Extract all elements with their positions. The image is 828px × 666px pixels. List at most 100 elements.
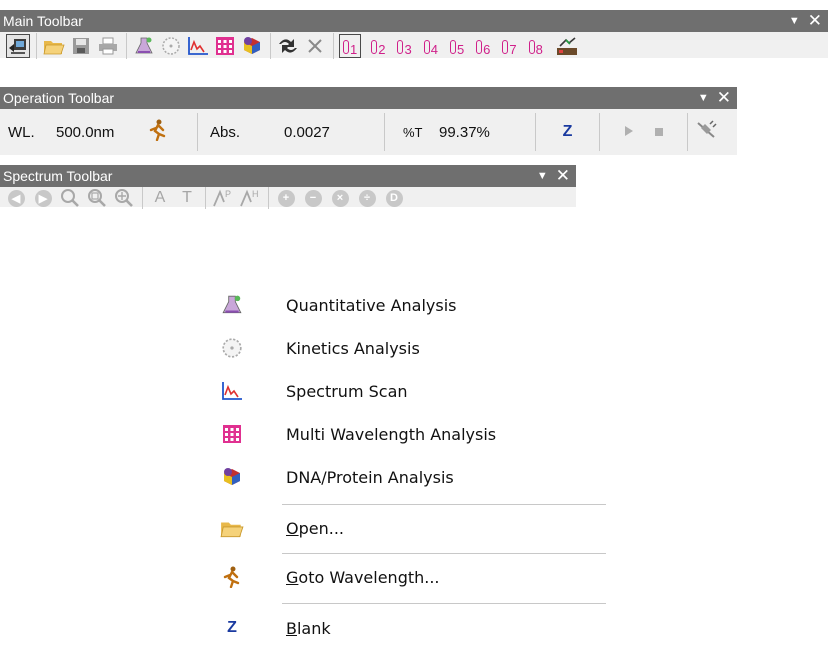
- play-icon: [624, 125, 633, 136]
- menu-item-quantitative-analysis[interactable]: Quantitative Analysis: [206, 284, 606, 326]
- transmittance-mode-label: T: [182, 189, 192, 206]
- zoom-next-icon: ▶: [34, 189, 52, 207]
- kinetics-analysis-button[interactable]: [159, 34, 183, 58]
- menu-item-label: Kinetics Analysis: [286, 338, 420, 358]
- save-icon: [73, 38, 89, 54]
- menu-item-label: Multi Wavelength Analysis: [286, 424, 497, 444]
- operation-toolbar-titlebar[interactable]: Operation Toolbar ▼ ✕: [0, 87, 737, 109]
- multiply-curve-button[interactable]: ×: [328, 186, 352, 210]
- menu-item-label: Open...: [286, 518, 344, 538]
- peak-pick-button[interactable]: P: [211, 186, 235, 210]
- toolbar-options-dropdown-icon[interactable]: ▼: [537, 165, 548, 187]
- remove-curve-button[interactable]: −: [301, 186, 325, 210]
- start-button[interactable]: [624, 124, 634, 141]
- derivative-curve-button[interactable]: D: [382, 186, 406, 210]
- zoom-prev-icon: ◀: [7, 189, 25, 207]
- operation-toolbar-title: Operation Toolbar: [3, 90, 115, 106]
- multi-wavelength-grid-icon: [216, 37, 234, 55]
- goto-wavelength-button[interactable]: [148, 119, 168, 145]
- quantitative-flask-icon: [135, 37, 153, 54]
- divide-curve-button[interactable]: ÷: [355, 186, 379, 210]
- multi-wavelength-button[interactable]: [213, 34, 237, 58]
- operation-toolbar: Operation Toolbar ▼ ✕ WL. 500.0nm Abs. 0…: [0, 87, 737, 155]
- peak-height-icon: H: [240, 189, 259, 207]
- menu-item-dna-protein-analysis[interactable]: DNA/Protein Analysis: [206, 456, 606, 498]
- spectrum-toolbar-titlebar[interactable]: Spectrum Toolbar ▼ ✕: [0, 165, 576, 187]
- zoom-prev-button[interactable]: ◀: [4, 186, 28, 210]
- transmittance-mode-button[interactable]: T: [175, 186, 199, 210]
- zoom-pan-icon: [115, 189, 133, 207]
- memory-cell-3-button[interactable]: 3: [397, 35, 412, 57]
- wavelength-value: 500.0nm: [56, 123, 115, 141]
- settings-arrows-button[interactable]: [276, 34, 300, 58]
- memory-cell-4-button[interactable]: 4: [423, 35, 438, 57]
- multiply-icon: ×: [331, 189, 349, 207]
- main-toolbar: Main Toolbar ▼ ✕ 1 2 3 4 5 6 7 8: [0, 10, 828, 59]
- open-button[interactable]: [42, 34, 66, 58]
- memory-cell-2-button[interactable]: 2: [371, 35, 385, 57]
- app-icon: [9, 39, 26, 54]
- toolbar-options-dropdown-icon[interactable]: ▼: [698, 87, 709, 109]
- dna-protein-icon: [244, 37, 260, 54]
- divide-icon: ÷: [358, 189, 376, 207]
- menu-item-multi-wavelength-analysis[interactable]: Multi Wavelength Analysis: [206, 413, 606, 455]
- menu-item-label: Blank: [286, 618, 331, 638]
- disconnect-button[interactable]: [695, 120, 717, 144]
- zoom-pan-button[interactable]: [112, 186, 136, 210]
- absorbance-mode-button[interactable]: A: [148, 186, 172, 210]
- print-icon: [99, 37, 117, 55]
- memory-cell-7-button[interactable]: 7: [502, 35, 517, 57]
- open-folder-icon: [43, 41, 65, 55]
- disconnect-plug-icon: [697, 120, 717, 138]
- print-button[interactable]: [96, 34, 120, 58]
- menu-separator: [282, 603, 606, 604]
- blank-button[interactable]: Z: [563, 123, 573, 141]
- wavelength-label: WL.: [8, 123, 35, 141]
- memory-cell-6-button[interactable]: 6: [476, 35, 490, 57]
- zoom-next-button[interactable]: ▶: [31, 186, 55, 210]
- menu-item-goto-wavelength[interactable]: Goto Wavelength...: [206, 556, 606, 598]
- menu-item-label: Spectrum Scan: [286, 381, 408, 401]
- clear-x-icon: [308, 39, 322, 53]
- menu-item-kinetics-analysis[interactable]: Kinetics Analysis: [206, 327, 606, 369]
- menu-item-spectrum-scan[interactable]: Spectrum Scan: [206, 370, 606, 412]
- transmittance-value: 99.37%: [439, 123, 490, 141]
- memory-cell-1-button[interactable]: 1: [339, 34, 362, 58]
- peak-pick-icon: P: [213, 189, 231, 207]
- minus-icon: −: [304, 189, 322, 207]
- kinetics-clock-icon: [162, 37, 180, 55]
- add-icon: +: [277, 189, 295, 207]
- add-curve-button[interactable]: +: [274, 186, 298, 210]
- goto-wavelength-runner-icon: [223, 566, 240, 588]
- spectrum-scan-button[interactable]: [186, 34, 210, 58]
- dna-protein-button[interactable]: [240, 34, 264, 58]
- absorbance-label: Abs.: [210, 123, 241, 141]
- save-button[interactable]: [69, 34, 93, 58]
- menu-item-label: Goto Wavelength...: [286, 567, 440, 587]
- clear-button[interactable]: [303, 34, 327, 58]
- toolbar-options-dropdown-icon[interactable]: ▼: [789, 10, 800, 32]
- settings-arrows-icon: [279, 39, 297, 53]
- stop-button[interactable]: [654, 124, 664, 141]
- svg-text:H: H: [252, 189, 259, 199]
- instrument-button[interactable]: [555, 34, 579, 58]
- app-home-button[interactable]: [6, 34, 30, 58]
- toolbar-close-icon[interactable]: ✕: [556, 165, 570, 187]
- memory-cell-5-button[interactable]: 5: [449, 35, 464, 57]
- peak-height-button[interactable]: H: [238, 186, 262, 210]
- toolbar-close-icon[interactable]: ✕: [808, 10, 822, 32]
- memory-cell-8-button[interactable]: 8: [528, 35, 543, 57]
- menu-item-label: Quantitative Analysis: [286, 295, 457, 315]
- spectrum-scan-icon: [188, 37, 208, 55]
- main-toolbar-titlebar[interactable]: Main Toolbar ▼ ✕: [0, 10, 828, 32]
- zoom-region-button[interactable]: [85, 186, 109, 210]
- zoom-button[interactable]: [58, 186, 82, 210]
- menu-separator: [282, 504, 606, 505]
- menu-item-open[interactable]: Open...: [206, 507, 606, 549]
- multi-wavelength-grid-icon: [223, 425, 241, 443]
- quantitative-flask-icon: [222, 295, 242, 314]
- zoom-region-icon: [88, 189, 106, 207]
- toolbar-close-icon[interactable]: ✕: [717, 87, 731, 109]
- quantitative-analysis-button[interactable]: [132, 34, 156, 58]
- menu-item-blank[interactable]: Z Blank: [206, 607, 606, 649]
